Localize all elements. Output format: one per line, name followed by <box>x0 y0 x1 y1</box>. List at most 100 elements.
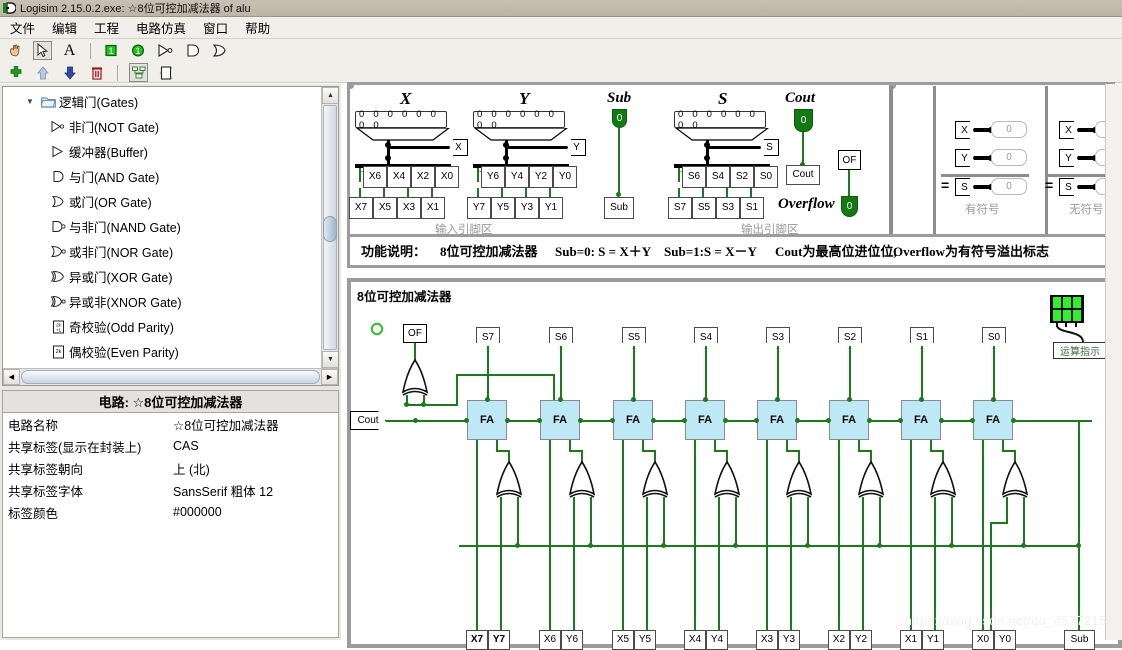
pin-cout[interactable]: Cout <box>786 165 820 185</box>
xor-gate-icon[interactable] <box>855 460 889 498</box>
pin-s3[interactable]: S3 <box>716 197 740 219</box>
output-pin-button[interactable]: 1 <box>129 41 148 60</box>
xor-gate-icon[interactable] <box>783 460 817 498</box>
tree-item-even-parity[interactable]: 2k 偶校验(Even Parity) <box>3 339 321 364</box>
menu-edit[interactable]: 编辑 <box>50 17 79 38</box>
of-tunnel[interactable]: OF <box>838 150 861 170</box>
pin-y5-main[interactable]: Y5 <box>634 630 656 650</box>
property-value[interactable]: 上 (北) <box>173 459 210 478</box>
canvas-vertical-scrollbar[interactable] <box>1105 84 1122 640</box>
pin-x7-main[interactable]: X7 <box>466 630 488 650</box>
pin-x1[interactable]: X1 <box>421 197 445 219</box>
new-circuit-button[interactable] <box>156 63 175 82</box>
xor-gate-icon[interactable] <box>566 460 600 498</box>
pin-x4-main[interactable]: X4 <box>684 630 706 650</box>
overflow-tunnel[interactable]: OF <box>403 324 427 343</box>
scroll-up-arrow-icon[interactable]: ▲ <box>322 87 338 104</box>
pin-x3[interactable]: X3 <box>397 197 421 219</box>
green-circle-indicator-icon[interactable] <box>370 322 384 336</box>
pin-s7[interactable]: S7 <box>668 197 692 219</box>
tree-item-buffer[interactable]: 缓冲器(Buffer) <box>3 139 321 164</box>
pin-y3[interactable]: Y3 <box>515 197 539 219</box>
pin-s1[interactable]: S1 <box>740 197 764 219</box>
pin-x1-main[interactable]: X1 <box>900 630 922 650</box>
xor-gate-icon[interactable] <box>493 460 527 498</box>
cout-led-value[interactable]: 0 <box>794 109 813 132</box>
move-down-button[interactable] <box>60 63 79 82</box>
pin-x6[interactable]: X6 <box>363 166 387 188</box>
add-tool-button[interactable] <box>6 63 25 82</box>
pin-s6[interactable]: S6 <box>682 166 706 188</box>
pin-y2-main[interactable]: Y2 <box>850 630 872 650</box>
property-value[interactable]: #000000 <box>173 505 222 519</box>
tree-item-odd-parity[interactable]: 2k +1 奇校验(Odd Parity) <box>3 314 321 339</box>
pin-sub-main[interactable]: Sub <box>1064 630 1095 650</box>
pin-x3-main[interactable]: X3 <box>756 630 778 650</box>
property-value[interactable]: SansSerif 粗体 12 <box>173 481 273 500</box>
pin-y3-main[interactable]: Y3 <box>778 630 800 650</box>
pin-y7[interactable]: Y7 <box>467 197 491 219</box>
menu-help[interactable]: 帮助 <box>243 17 272 38</box>
pin-x5-main[interactable]: X5 <box>612 630 634 650</box>
menu-project[interactable]: 工程 <box>92 17 121 38</box>
pin-y2[interactable]: Y2 <box>529 166 553 188</box>
property-value[interactable]: ☆8位可控加减法器 <box>173 415 279 434</box>
property-row[interactable]: 标签颜色 #000000 <box>3 501 338 523</box>
fa-cell[interactable]: FA <box>901 400 941 440</box>
fa-cell[interactable]: FA <box>757 400 797 440</box>
tree-item-xnor-gate[interactable]: 异或非(XNOR Gate) <box>3 289 321 314</box>
pin-x7[interactable]: X7 <box>349 197 373 219</box>
xor-gate-icon[interactable] <box>711 460 745 498</box>
or-gate-button[interactable] <box>210 41 229 60</box>
text-tool-button[interactable]: A <box>60 41 79 60</box>
pin-y1-main[interactable]: Y1 <box>922 630 944 650</box>
scroll-right-arrow-icon[interactable]: ▶ <box>321 369 338 385</box>
pin-x2-main[interactable]: X2 <box>828 630 850 650</box>
pin-s5[interactable]: S5 <box>692 197 716 219</box>
pin-s0[interactable]: S0 <box>754 166 778 188</box>
pin-y1[interactable]: Y1 <box>539 197 563 219</box>
pin-sub[interactable]: Sub <box>604 197 634 219</box>
pin-x4[interactable]: X4 <box>387 166 411 188</box>
pin-x6-main[interactable]: X6 <box>539 630 561 650</box>
tree-item-nand-gate[interactable]: 与非门(NAND Gate) <box>3 214 321 239</box>
pin-y0-main[interactable]: Y0 <box>994 630 1016 650</box>
property-row[interactable]: 共享标签朝向 上 (北) <box>3 457 338 479</box>
property-row[interactable]: 共享标签(显示在封装上) CAS <box>3 435 338 457</box>
pin-y5[interactable]: Y5 <box>491 197 515 219</box>
chevron-down-icon[interactable]: ▼ <box>23 97 37 106</box>
property-row[interactable]: 共享标签字体 SansSerif 粗体 12 <box>3 479 338 501</box>
explorer-horizontal-scrollbar[interactable]: ◀ ▶ <box>3 368 338 385</box>
pin-y4[interactable]: Y4 <box>505 166 529 188</box>
tree-item-and-gate[interactable]: 与门(AND Gate) <box>3 164 321 189</box>
overflow-xor-gate-icon[interactable] <box>399 358 433 396</box>
fa-cell[interactable]: FA <box>540 400 580 440</box>
tree-root-gates[interactable]: ▼ 逻辑门(Gates) <box>3 89 321 114</box>
select-tool-button[interactable] <box>33 41 52 60</box>
tree-item-nor-gate[interactable]: 或非门(NOR Gate) <box>3 239 321 264</box>
not-gate-button[interactable] <box>156 41 175 60</box>
pin-y0[interactable]: Y0 <box>553 166 577 188</box>
xor-gate-icon[interactable] <box>639 460 673 498</box>
pin-s2[interactable]: S2 <box>730 166 754 188</box>
menu-window[interactable]: 窗口 <box>201 17 230 38</box>
overflow-led-value[interactable]: 0 <box>841 196 858 217</box>
explorer-tree[interactable]: ▼ 逻辑门(Gates) 非门(NOT Gate) 缓冲器(Buffer) 与门… <box>2 86 339 386</box>
and-gate-button[interactable] <box>183 41 202 60</box>
menu-file[interactable]: 文件 <box>8 17 37 38</box>
fa-cell[interactable]: FA <box>685 400 725 440</box>
input-pin-button[interactable]: 1 <box>102 41 121 60</box>
property-value[interactable]: CAS <box>173 439 199 453</box>
pin-y6[interactable]: Y6 <box>481 166 505 188</box>
scrollbar-grip[interactable] <box>323 216 337 243</box>
circuit-canvas[interactable]: X 0 0 0 0 0 0 0 0 X 7 6 5 4 3 2 1 = X6 X… <box>341 82 1122 650</box>
pin-x0-main[interactable]: X0 <box>972 630 994 650</box>
sub-led-value[interactable]: 0 <box>612 109 627 128</box>
scroll-left-arrow-icon[interactable]: ◀ <box>3 369 20 385</box>
pin-y4-main[interactable]: Y4 <box>706 630 728 650</box>
pin-x5[interactable]: X5 <box>373 197 397 219</box>
tree-item-not-gate[interactable]: 非门(NOT Gate) <box>3 114 321 139</box>
hand-tool-button[interactable] <box>6 41 25 60</box>
pin-y6-main[interactable]: Y6 <box>561 630 583 650</box>
scroll-down-arrow-icon[interactable]: ▼ <box>322 351 338 368</box>
